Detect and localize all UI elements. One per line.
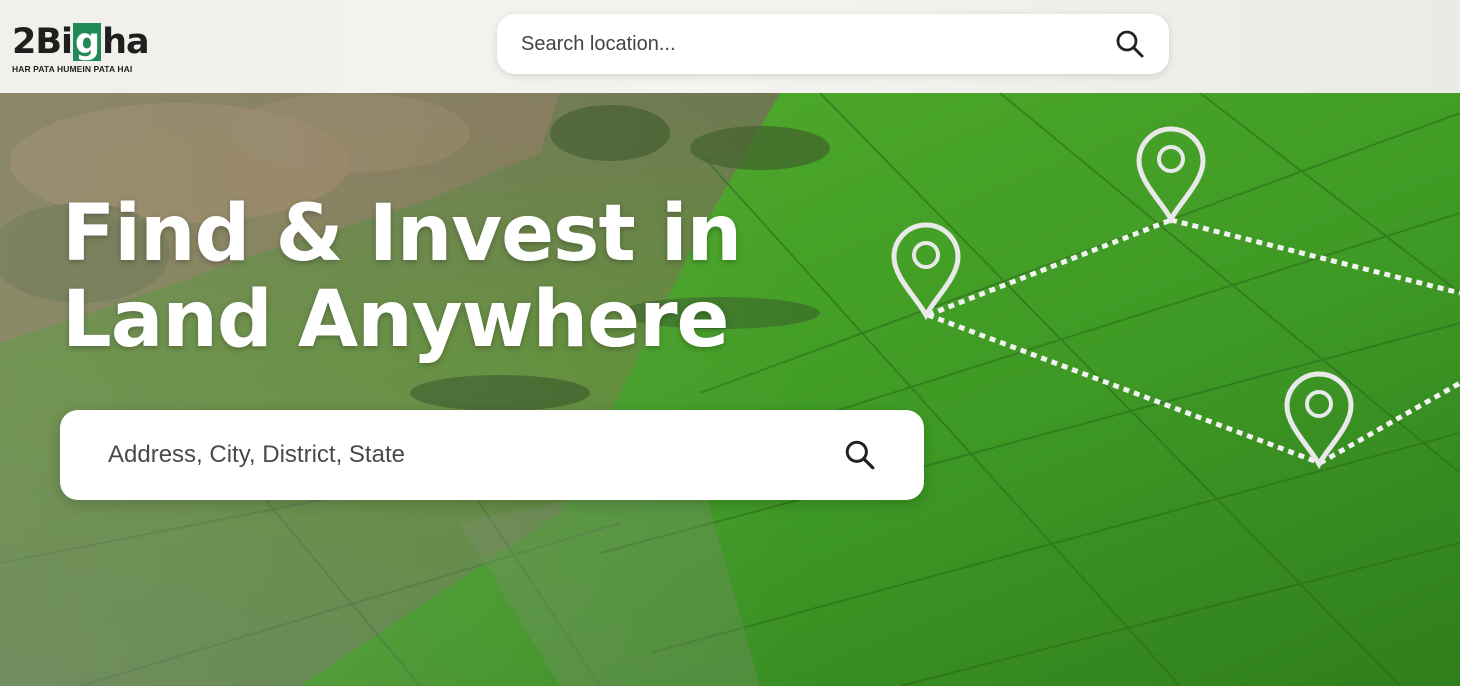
logo-highlight: g [73,22,102,62]
plot-boundary-edge [1170,217,1460,296]
hero-search-input[interactable] [108,441,844,469]
header-search-bar [497,14,1169,74]
plot-boundary-edge [1318,380,1460,466]
hero-headline: Find & Invest in Land Anywhere [62,191,822,363]
logo[interactable]: 2Bigha HAR PATA HUMEIN PATA HAI [12,22,182,82]
search-icon[interactable] [844,439,876,471]
plot-boundary-edge [927,312,1321,466]
location-pin-icon [891,222,961,321]
plot-boundary-edge [927,217,1172,318]
plot-boundary-overlay [891,126,1460,470]
search-icon[interactable] [1115,29,1145,59]
location-pin-icon [1136,126,1206,225]
logo-prefix: 2Bi [12,22,73,62]
header: 2Bigha HAR PATA HUMEIN PATA HAI [0,0,1460,93]
hero-headline-line-1: Find & Invest in [62,189,742,279]
hero-search-bar [60,410,924,500]
hero-headline-line-2: Land Anywhere [62,275,729,365]
header-search-input[interactable] [521,32,1115,56]
hero-section: Find & Invest in Land Anywhere [0,93,1460,686]
logo-suffix: ha [102,22,150,62]
logo-tagline: HAR PATA HUMEIN PATA HAI [12,64,133,74]
logo-wordmark: 2Bigha [12,22,182,62]
